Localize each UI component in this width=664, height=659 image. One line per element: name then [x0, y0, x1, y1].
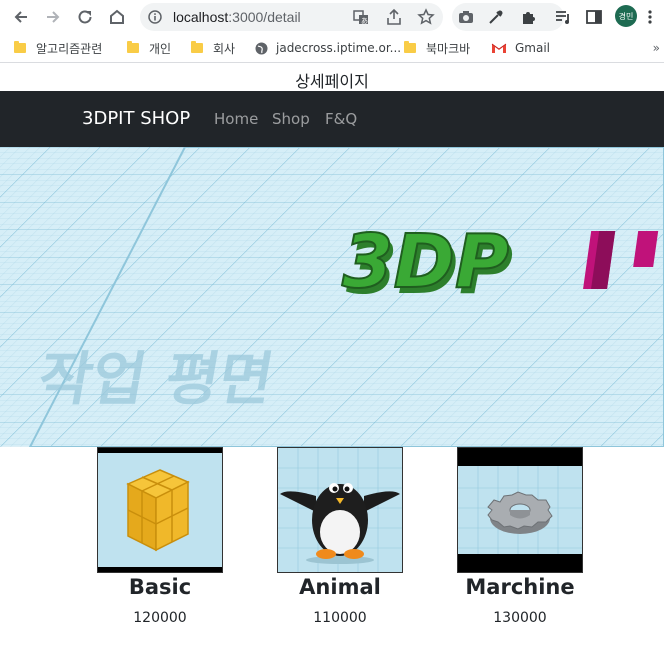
url-text[interactable]: localhost:3000/detail — [173, 9, 301, 25]
star-icon[interactable] — [417, 8, 435, 26]
url-path: :3000/detail — [228, 9, 301, 25]
bookmark-item[interactable]: jadecross.iptime.or... — [255, 38, 401, 58]
bookmark-item[interactable]: 개인 — [127, 38, 171, 58]
site-navbar: 3DPIT SHOP Home Shop F&Q — [0, 91, 664, 147]
svg-text:あ: あ — [361, 17, 368, 25]
product-image[interactable] — [97, 447, 223, 573]
share-icon[interactable] — [385, 8, 403, 26]
forward-icon[interactable] — [41, 5, 65, 29]
yellow-cube-image — [98, 448, 222, 572]
folder-icon — [191, 41, 203, 53]
reload-icon[interactable] — [73, 5, 97, 29]
folder-icon — [14, 41, 26, 53]
extensions-area — [452, 3, 564, 31]
bookmark-label: Gmail — [515, 41, 551, 55]
gear-image — [458, 448, 582, 572]
product-image[interactable] — [457, 447, 583, 573]
bookmark-label: 개인 — [149, 41, 172, 56]
globe-icon — [255, 42, 268, 54]
bookmarks-bar: 알고리즘관련 개인 회사 jadecross.iptime.or... 북마크바… — [0, 34, 664, 63]
bookmark-label: 알고리즘관련 — [36, 41, 103, 56]
home-icon[interactable] — [105, 5, 129, 29]
product-image[interactable] — [277, 447, 403, 573]
side-panel-icon[interactable] — [585, 8, 603, 26]
address-bar[interactable]: localhost:3000/detail あ — [140, 3, 443, 31]
product-price: 110000 — [313, 610, 367, 626]
eyedropper-icon[interactable] — [487, 8, 505, 26]
bookmark-item[interactable]: 회사 — [191, 38, 235, 58]
media-icon[interactable] — [554, 8, 572, 26]
bookmark-label: 북마크바 — [426, 41, 471, 56]
nav-link-home[interactable]: Home — [214, 110, 258, 128]
product-title[interactable]: Marchine — [457, 575, 583, 599]
hero-workplane-image: 3DP 3DP 작업 평면 — [0, 147, 664, 447]
product-card-animal[interactable]: Animal 110000 — [277, 447, 403, 626]
bookmarks-overflow-button[interactable]: » — [653, 41, 660, 55]
bookmark-label: jadecross.iptime.or... — [276, 41, 402, 55]
svg-text:3DP: 3DP — [342, 219, 509, 305]
info-icon[interactable] — [148, 10, 162, 24]
browser-toolbar: localhost:3000/detail あ 경민 — [0, 0, 664, 34]
hero-workplane-text: 작업 평면 — [33, 345, 278, 412]
puzzle-icon[interactable] — [520, 8, 538, 26]
back-icon[interactable] — [9, 5, 33, 29]
translate-icon[interactable]: あ — [352, 8, 370, 26]
page-title: 상세페이지 — [295, 72, 369, 91]
penguin-image — [278, 448, 402, 572]
folder-icon — [404, 41, 416, 53]
hero-banner: 3DP 3DP 작업 평면 — [0, 147, 664, 447]
product-card-basic[interactable]: Basic 120000 — [97, 447, 223, 626]
url-host: localhost — [173, 9, 229, 25]
bookmark-item[interactable]: 알고리즘관련 — [14, 38, 102, 58]
product-price: 130000 — [493, 610, 547, 626]
menu-icon[interactable] — [643, 8, 657, 26]
nav-link-fq[interactable]: F&Q — [325, 110, 357, 128]
product-title[interactable]: Basic — [97, 575, 223, 599]
camera-icon[interactable] — [457, 8, 475, 26]
nav-link-shop[interactable]: Shop — [272, 110, 310, 128]
profile-avatar[interactable]: 경민 — [615, 5, 637, 27]
brand-link[interactable]: 3DPIT SHOP — [82, 108, 190, 129]
product-price: 120000 — [133, 610, 187, 626]
bookmark-item[interactable]: 북마크바 — [404, 38, 470, 58]
bookmark-item[interactable]: Gmail — [491, 38, 550, 58]
bookmark-label: 회사 — [213, 41, 236, 56]
product-title[interactable]: Animal — [277, 575, 403, 599]
folder-icon — [127, 41, 139, 53]
gmail-icon — [491, 43, 507, 53]
product-card-machine[interactable]: Marchine 130000 — [457, 447, 583, 626]
